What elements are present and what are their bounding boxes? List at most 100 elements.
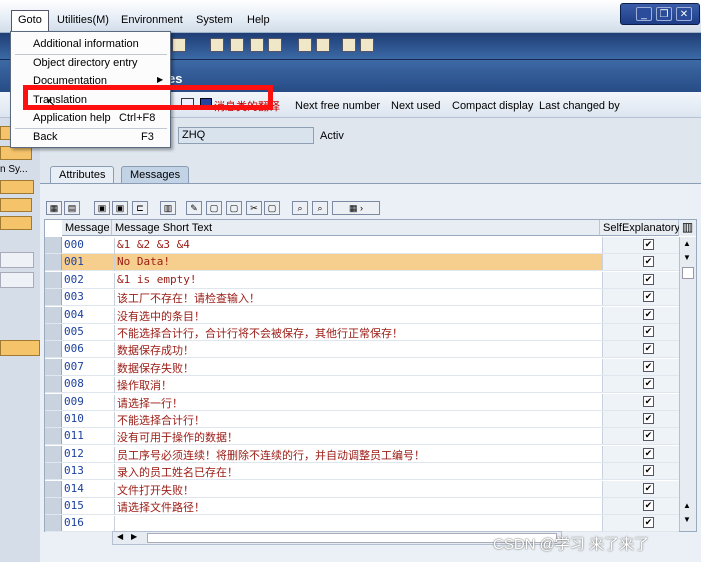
message-number[interactable]: 000 bbox=[64, 238, 112, 251]
self-explanatory-checkbox[interactable]: ✔ bbox=[643, 291, 654, 303]
vertical-scrollbar[interactable]: ▲ ▼ ▲ ▼ bbox=[679, 237, 696, 531]
message-number[interactable]: 012 bbox=[64, 447, 112, 460]
table-row[interactable]: 012 员工序号必须连续！将删除不连续的行，并自动调整员工编号！ ✔ bbox=[45, 445, 679, 463]
column-settings-icon[interactable]: ▥ bbox=[679, 220, 696, 236]
deselect-all-icon[interactable]: ▤ bbox=[64, 201, 80, 215]
row-selector[interactable] bbox=[45, 463, 62, 480]
menu-help[interactable]: Help bbox=[247, 14, 270, 26]
message-text[interactable]: 数据保存失败！ bbox=[114, 359, 601, 376]
cut-icon[interactable]: ✂ bbox=[246, 201, 262, 215]
self-explanatory-checkbox[interactable]: ✔ bbox=[643, 395, 654, 407]
scroll-page-icon[interactable]: ▲ bbox=[683, 501, 691, 510]
self-explanatory-checkbox[interactable]: ✔ bbox=[643, 273, 654, 285]
message-text[interactable]: &1 &2 &3 &4 bbox=[114, 238, 601, 254]
find-next-in-table-icon[interactable]: ⌕ bbox=[312, 201, 328, 215]
find-in-table-icon[interactable]: ⌕ bbox=[292, 201, 308, 215]
table-row[interactable]: 011 没有可用于操作的数据！ ✔ bbox=[45, 428, 679, 446]
tab-attributes[interactable]: Attributes bbox=[50, 166, 115, 183]
sort-icon[interactable]: ▣ bbox=[94, 201, 110, 215]
row-selector[interactable] bbox=[45, 341, 62, 358]
message-text[interactable]: 该工厂不存在！请检查输入！ bbox=[114, 290, 601, 307]
message-text[interactable] bbox=[114, 516, 601, 533]
menu-item-application-help[interactable]: Application help bbox=[33, 112, 111, 124]
self-explanatory-checkbox[interactable]: ✔ bbox=[643, 430, 654, 442]
message-text[interactable]: 请选择文件路径！ bbox=[114, 499, 601, 515]
menu-goto[interactable]: Goto bbox=[11, 10, 49, 32]
message-number[interactable]: 002 bbox=[64, 273, 112, 286]
row-selector[interactable] bbox=[45, 306, 62, 323]
menu-environment[interactable]: Environment bbox=[121, 14, 183, 26]
find-next-icon[interactable] bbox=[230, 38, 244, 52]
message-text[interactable]: 数据保存成功！ bbox=[114, 342, 601, 359]
table-row[interactable]: 002 &1 is empty! ✔ bbox=[45, 271, 679, 289]
table-row[interactable]: 003 该工厂不存在！请检查输入！ ✔ bbox=[45, 289, 679, 307]
self-explanatory-checkbox[interactable]: ✔ bbox=[643, 447, 654, 459]
message-text[interactable]: &1 is empty! bbox=[114, 272, 601, 289]
message-number[interactable]: 006 bbox=[64, 342, 112, 355]
table-row[interactable]: 009 请选择一行！ ✔ bbox=[45, 393, 679, 411]
menu-utilities[interactable]: Utilities(M) bbox=[57, 14, 109, 26]
message-text[interactable]: 没有可用于操作的数据！ bbox=[114, 429, 601, 446]
new-session-icon[interactable] bbox=[298, 38, 312, 52]
sort-desc-icon[interactable]: ▣ bbox=[112, 201, 128, 215]
left-field[interactable] bbox=[0, 272, 34, 288]
last-changed-by-button[interactable]: Last changed by bbox=[539, 100, 620, 112]
delete-icon[interactable]: ▥ bbox=[160, 201, 176, 215]
menu-system[interactable]: System bbox=[196, 14, 233, 26]
self-explanatory-checkbox[interactable]: ✔ bbox=[643, 482, 654, 494]
row-selector[interactable] bbox=[45, 445, 62, 462]
next-free-number-button[interactable]: Next free number bbox=[295, 100, 380, 112]
table-row[interactable]: 015 请选择文件路径！ ✔ bbox=[45, 498, 679, 515]
message-number[interactable]: 001 bbox=[64, 255, 112, 268]
row-selector[interactable] bbox=[45, 393, 62, 410]
self-explanatory-checkbox[interactable]: ✔ bbox=[643, 378, 654, 390]
shortcut-icon[interactable] bbox=[316, 38, 330, 52]
row-selector[interactable] bbox=[45, 480, 62, 497]
row-selector[interactable] bbox=[45, 515, 62, 532]
scroll-down-icon[interactable]: ▼ bbox=[683, 515, 691, 524]
message-number[interactable]: 003 bbox=[64, 290, 112, 303]
self-explanatory-checkbox[interactable]: ✔ bbox=[643, 500, 654, 511]
message-number[interactable]: 005 bbox=[64, 325, 112, 338]
row-selector[interactable] bbox=[45, 271, 62, 288]
self-explanatory-checkbox[interactable]: ✔ bbox=[643, 343, 654, 355]
scroll-up-icon[interactable]: ▲ bbox=[683, 239, 691, 248]
menu-item-object-directory-entry[interactable]: Object directory entry bbox=[33, 57, 138, 69]
copy-icon[interactable]: ▢ bbox=[206, 201, 222, 215]
table-row[interactable]: 016 ✔ bbox=[45, 515, 679, 533]
message-text[interactable]: 没有选中的条目！ bbox=[114, 307, 601, 324]
row-selector[interactable] bbox=[45, 498, 62, 514]
self-explanatory-checkbox[interactable]: ✔ bbox=[643, 326, 654, 337]
self-explanatory-checkbox[interactable]: ✔ bbox=[643, 360, 654, 372]
close-icon[interactable]: ✕ bbox=[676, 7, 692, 21]
menu-item-back[interactable]: Back bbox=[33, 131, 57, 143]
left-button[interactable] bbox=[0, 180, 34, 194]
left-field[interactable] bbox=[0, 252, 34, 268]
message-number[interactable]: 014 bbox=[64, 482, 112, 495]
table-row[interactable]: 010 不能选择合计行！ ✔ bbox=[45, 411, 679, 428]
scroll-up-page-icon[interactable]: ▼ bbox=[683, 253, 691, 262]
message-number[interactable]: 008 bbox=[64, 377, 112, 390]
message-number[interactable]: 009 bbox=[64, 395, 112, 408]
table-row[interactable]: 000 &1 &2 &3 &4 ✔ bbox=[45, 237, 679, 254]
row-selector[interactable] bbox=[45, 254, 62, 271]
filter-icon[interactable]: ⊏ bbox=[132, 201, 148, 215]
minimize-icon[interactable]: _ bbox=[636, 7, 652, 21]
self-explanatory-checkbox[interactable]: ✔ bbox=[643, 517, 654, 529]
table-row[interactable]: 007 数据保存失败！ ✔ bbox=[45, 358, 679, 376]
row-selector[interactable] bbox=[45, 324, 62, 340]
column-header-message[interactable]: Message bbox=[62, 220, 112, 236]
row-selector[interactable] bbox=[45, 376, 62, 393]
table-row[interactable]: 013 录入的员工姓名已存在！ ✔ bbox=[45, 463, 679, 481]
message-number[interactable]: 015 bbox=[64, 499, 112, 512]
row-selector[interactable] bbox=[45, 411, 62, 427]
message-number[interactable]: 011 bbox=[64, 429, 112, 442]
scroll-thumb[interactable] bbox=[682, 267, 694, 279]
first-page-icon[interactable] bbox=[250, 38, 264, 52]
menu-item-additional-information[interactable]: Additional information bbox=[33, 38, 139, 50]
message-text[interactable]: 文件打开失败！ bbox=[114, 481, 601, 498]
column-header-self-explanatory[interactable]: SelfExplanatory bbox=[600, 220, 680, 236]
insert-icon[interactable]: ▢ bbox=[264, 201, 280, 215]
message-number[interactable]: 007 bbox=[64, 360, 112, 373]
layout-icon[interactable] bbox=[360, 38, 374, 52]
